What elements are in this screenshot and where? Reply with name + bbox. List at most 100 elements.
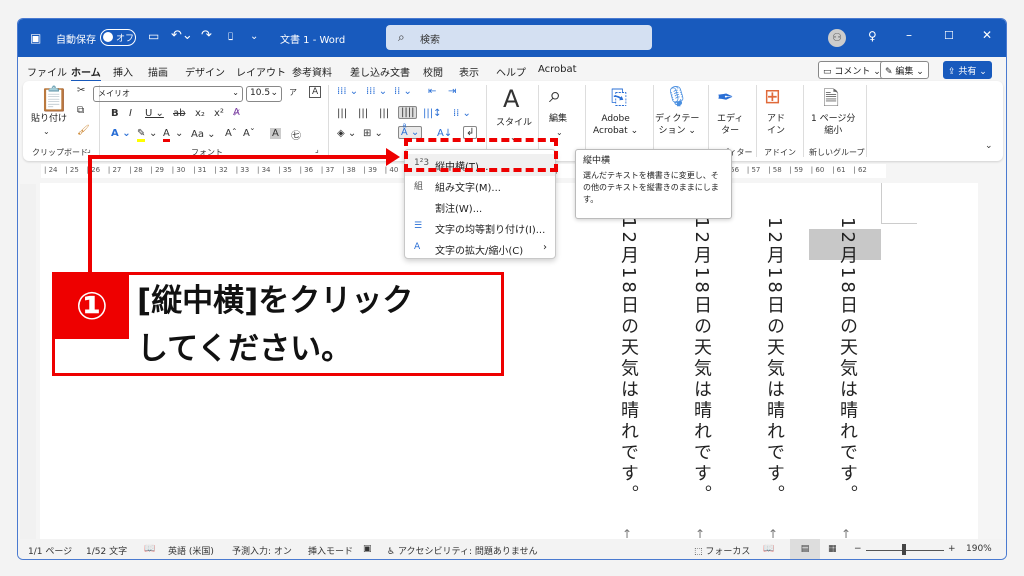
paste-button[interactable]: 貼り付け [31, 113, 67, 125]
underline-icon[interactable]: U ⌄ [145, 108, 164, 119]
grow-font-icon[interactable]: Aˆ [225, 128, 237, 139]
search-box[interactable]: ⌕ 検索 [386, 25, 652, 50]
vertical-text-line[interactable]: 12月18日の天気は晴れです。 [615, 217, 641, 506]
tab-file[interactable]: ファイル [27, 64, 67, 79]
collapse-ribbon-icon[interactable]: ⌄ [985, 141, 993, 151]
menu-item-distribute-text[interactable]: ☰ 文字の均等割り付け(I)... [405, 217, 555, 239]
subscript-icon[interactable]: x₂ [195, 108, 205, 119]
highlight-dropdown-icon[interactable]: ⌄ [149, 128, 157, 139]
paste-dropdown-icon[interactable]: ⌄ [43, 127, 50, 136]
styles-icon[interactable]: A [503, 85, 519, 113]
save-icon[interactable]: ▭ [148, 29, 159, 43]
increase-indent-icon[interactable]: ⇥ [448, 86, 456, 97]
lightbulb-icon[interactable]: ♀ [868, 29, 877, 43]
italic-icon[interactable]: I [129, 108, 132, 119]
font-color-icon[interactable]: A [163, 128, 170, 142]
bold-icon[interactable]: B [111, 108, 119, 119]
vertical-text-line-selected[interactable]: 12月18日の天気は晴れです。 [834, 217, 860, 506]
find-icon[interactable]: ⌕ [549, 83, 561, 108]
enclosed-character-icon[interactable]: ㊆ [291, 127, 301, 142]
line-spacing-icon[interactable]: ⁞⁞ ⌄ [453, 108, 471, 119]
proofing-icon[interactable]: 📖 [144, 544, 155, 554]
paste-icon[interactable]: 📋 [39, 85, 69, 113]
numbering-icon[interactable]: ⁞⁞⁞ ⌄ [366, 86, 387, 97]
justify-icon[interactable]: |||| [398, 106, 418, 119]
multilevel-list-icon[interactable]: ⁞⁞ ⌄ [394, 86, 412, 97]
tab-draw[interactable]: 描画 [148, 64, 168, 79]
shading-icon[interactable]: ◈ ⌄ [337, 128, 356, 139]
vertical-text-line[interactable]: 12月18日の天気は晴れです。 [688, 217, 714, 506]
addins-icon[interactable]: ⊞ [764, 84, 781, 108]
autosave-toggle[interactable]: オフ [100, 29, 136, 46]
zoom-level[interactable]: 190% [966, 544, 992, 554]
font-color-dropdown-icon[interactable]: ⌄ [175, 128, 183, 139]
change-case-icon[interactable]: Aa ⌄ [191, 129, 216, 140]
tab-insert[interactable]: 挿入 [113, 64, 133, 79]
furigana-icon[interactable]: ア̲ [228, 31, 233, 40]
tab-view[interactable]: 表示 [459, 64, 479, 79]
vertical-text-line[interactable]: 12月18日の天気は晴れです。 [761, 217, 787, 506]
redo-icon[interactable]: ↷ [201, 28, 212, 43]
align-center-icon[interactable]: ||| [358, 108, 368, 119]
web-layout-icon[interactable]: ▦ [828, 544, 837, 554]
edit-mode-button[interactable]: ✎ 編集 ⌄ [880, 61, 929, 79]
maximize-button[interactable]: ☐ [944, 29, 954, 42]
zoom-in-button[interactable]: + [948, 544, 956, 554]
editor-icon[interactable]: ✒ [717, 85, 734, 109]
borders-icon[interactable]: ⊞ ⌄ [363, 128, 383, 139]
customize-qat-icon[interactable]: ⌄ [250, 31, 258, 42]
page-count[interactable]: 1/1 ページ [28, 544, 72, 557]
tab-references[interactable]: 参考資料 [292, 64, 332, 79]
clear-formatting-icon[interactable]: A̷ [233, 107, 240, 118]
distributed-icon[interactable]: |||↕ [423, 108, 442, 119]
language-indicator[interactable]: 英語 (米国) [168, 544, 214, 557]
macro-record-icon[interactable]: ▣ [363, 544, 372, 554]
close-button[interactable]: ✕ [982, 28, 992, 42]
print-layout-icon[interactable]: ▤ [790, 539, 820, 559]
copy-icon[interactable]: ⧉ [77, 105, 84, 116]
focus-button[interactable]: ⬚ フォーカス [694, 544, 750, 557]
editing-dropdown-icon[interactable]: ⌄ [556, 128, 563, 137]
superscript-icon[interactable]: x² [214, 108, 224, 119]
tab-help[interactable]: ヘルプ [496, 64, 526, 79]
cut-icon[interactable]: ✂ [77, 85, 85, 96]
minimize-button[interactable]: – [906, 28, 912, 42]
adobe-pdf-icon[interactable]: ⎘ [611, 85, 627, 109]
tab-layout[interactable]: レイアウト [236, 64, 286, 79]
align-bottom-icon[interactable]: ||| [379, 108, 389, 119]
editing-button[interactable]: 編集 [549, 113, 567, 125]
addins-button[interactable]: アド イン [767, 113, 785, 137]
clipboard-launcher-icon[interactable]: ⌟ [87, 145, 91, 154]
tab-design[interactable]: デザイン [185, 64, 225, 79]
phonetic-guide-icon[interactable]: ア [289, 87, 297, 98]
read-mode-icon[interactable]: 📖 [763, 544, 774, 554]
tab-acrobat[interactable]: Acrobat [538, 64, 577, 75]
font-size-select[interactable]: 10.5 ⌄ [246, 86, 282, 102]
undo-icon[interactable]: ↶⌄ [171, 28, 193, 43]
share-button[interactable]: ⇪ 共有 ⌄ [943, 61, 992, 79]
font-launcher-icon[interactable]: ⌟ [315, 145, 319, 154]
comment-button[interactable]: ▭ コメント ⌄ [818, 61, 886, 79]
word-count[interactable]: 1/52 文字 [86, 544, 127, 557]
accessibility-status[interactable]: ♿ アクセシビリティ: 問題ありません [387, 544, 538, 557]
menu-item-combine-characters[interactable]: 組 組み文字(M)... [405, 175, 555, 197]
character-shading-icon[interactable]: A [270, 128, 281, 139]
account-avatar-icon[interactable]: ⚇ [828, 29, 846, 47]
zoom-slider-thumb[interactable] [902, 544, 906, 555]
styles-button[interactable]: スタイル [496, 117, 532, 129]
microphone-icon[interactable]: 🎙 [664, 84, 689, 108]
tab-home[interactable]: ホーム [71, 64, 101, 82]
vertical-ruler[interactable] [20, 184, 36, 549]
tab-review[interactable]: 校閲 [423, 64, 443, 79]
character-border-icon[interactable]: A [309, 86, 322, 98]
insert-mode-status[interactable]: 挿入モード [308, 544, 353, 557]
text-effects-icon[interactable]: A ⌄ [111, 128, 131, 139]
zoom-out-button[interactable]: − [854, 544, 862, 554]
dictate-button[interactable]: ディクテー ション ⌄ [655, 113, 699, 137]
decrease-indent-icon[interactable]: ⇤ [428, 86, 436, 97]
align-top-icon[interactable]: ||| [337, 108, 347, 119]
adobe-acrobat-button[interactable]: Adobe Acrobat ⌄ [593, 113, 638, 137]
font-name-select[interactable]: メイリオ ⌄ [93, 86, 243, 102]
editor-button[interactable]: エディ ター [717, 113, 743, 137]
highlight-icon[interactable]: ✎ [137, 128, 146, 142]
